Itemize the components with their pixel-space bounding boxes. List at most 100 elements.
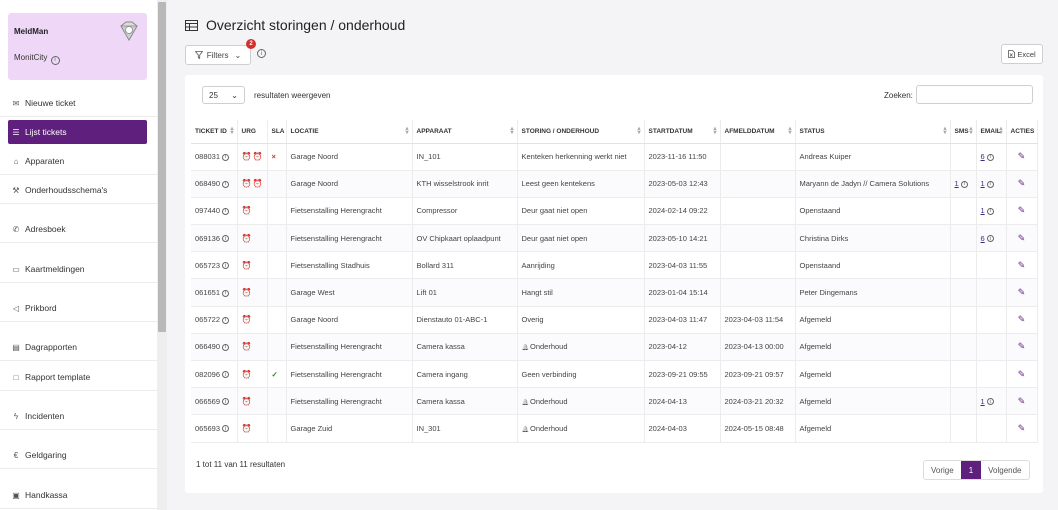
edit-pencil-icon[interactable]: ✎	[1018, 151, 1026, 161]
ticket-id[interactable]: 069136	[195, 234, 220, 243]
info-icon[interactable]: i	[222, 180, 230, 188]
column-header[interactable]: Storing / Onderhoud ▴ ▾	[517, 120, 645, 144]
sort-icon: ▴ ▾	[943, 126, 947, 136]
search-input[interactable]	[916, 85, 1033, 104]
info-icon[interactable]: i	[222, 371, 230, 379]
sidebar-item-label: Nieuwe ticket	[25, 98, 76, 108]
column-header[interactable]: Locatie ▴ ▾	[286, 120, 413, 144]
sla-cell: ✓	[267, 360, 287, 389]
edit-pencil-icon[interactable]: ✎	[1018, 287, 1026, 297]
edit-pencil-icon[interactable]: ✎	[1018, 314, 1026, 324]
email-count-link[interactable]: 1	[981, 206, 985, 215]
sla-met-icon: ✓	[271, 369, 278, 379]
urgency-cell: ⏰	[237, 387, 268, 416]
issue-text: Aanrijding	[521, 260, 555, 270]
status-cell: Christina Dirks	[795, 224, 951, 253]
filters-count-badge: 2	[246, 39, 256, 49]
ticket-id[interactable]: 097440	[195, 206, 220, 215]
brand-city[interactable]: MonitCity i	[14, 53, 60, 65]
previous-page-button[interactable]: Vorige	[924, 461, 961, 479]
sidebar-item-report[interactable]: ▤ Dagrapporten	[0, 334, 157, 361]
ticket-id[interactable]: 068490	[195, 179, 220, 188]
start-date-cell: 2023-01-04 15:14	[644, 278, 721, 307]
ticket-id-cell: 061651 i	[191, 278, 238, 307]
sidebar-item-phone[interactable]: ✆ Adresboek	[0, 216, 157, 243]
sidebar-item-megaphone[interactable]: ◁ Prikbord	[0, 295, 157, 322]
edit-pencil-icon[interactable]: ✎	[1018, 423, 1026, 433]
column-header[interactable]: Apparaat ▴ ▾	[412, 120, 518, 144]
info-icon[interactable]: i	[222, 316, 230, 324]
edit-pencil-icon[interactable]: ✎	[1018, 205, 1026, 215]
email-cell	[976, 333, 1007, 362]
column-header[interactable]: Startdatum ▴ ▾	[644, 120, 721, 144]
email-count-link[interactable]: 6	[981, 234, 985, 243]
filters-button[interactable]: Filters ⌄	[185, 45, 251, 65]
edit-pencil-icon[interactable]: ✎	[1018, 178, 1026, 188]
edit-pencil-icon[interactable]: ✎	[1018, 369, 1026, 379]
ticket-id[interactable]: 065693	[195, 424, 220, 433]
sms-cell	[950, 251, 977, 280]
alarm-icon: ⏰	[241, 288, 253, 298]
ticket-id[interactable]: 066490	[195, 342, 220, 351]
filter-icon	[194, 51, 203, 59]
edit-pencil-icon[interactable]: ✎	[1018, 233, 1026, 243]
sidebar-item-wrench[interactable]: ⚒ Onderhoudsschema's	[0, 177, 157, 204]
column-header-label: Apparaat	[416, 127, 452, 135]
email-cell: 6i	[976, 143, 1007, 171]
sidebar-item-ticket[interactable]: ✉ Nieuwe ticket	[0, 90, 157, 117]
sidebar-item-card[interactable]: ▭ Kaartmeldingen	[0, 256, 157, 283]
device-cell: IN_101	[412, 143, 518, 171]
filters-info-icon[interactable]: i	[257, 49, 266, 58]
ticket-id[interactable]: 066569	[195, 397, 220, 406]
sidebar-item-bolt[interactable]: ϟ Incidenten	[0, 403, 157, 430]
info-icon[interactable]: i	[222, 207, 230, 215]
info-icon[interactable]: i	[222, 235, 230, 243]
ticket-id[interactable]: 082096	[195, 370, 220, 379]
sidebar-item-list[interactable]: ☰ Lijst tickets	[8, 120, 147, 144]
column-header[interactable]: URG	[237, 120, 268, 144]
page-length-select[interactable]: 25 ⌄	[202, 86, 245, 104]
ticket-id[interactable]: 061651	[195, 288, 220, 297]
info-icon[interactable]: i	[222, 398, 230, 406]
info-icon[interactable]: i	[222, 262, 230, 270]
actions-cell: ✎	[1006, 414, 1038, 443]
column-header[interactable]: Afmelddatum ▴ ▾	[720, 120, 796, 144]
ticket-id[interactable]: 065723	[195, 261, 220, 270]
column-header[interactable]: Acties	[1006, 120, 1038, 144]
edit-pencil-icon[interactable]: ✎	[1018, 260, 1026, 270]
column-header[interactable]: SMS ▴ ▾	[950, 120, 977, 144]
next-page-button[interactable]: Volgende	[981, 461, 1028, 479]
sidebar-item-cash[interactable]: ▣ Handkassa	[0, 482, 157, 509]
sidebar-item-building[interactable]: ⌂ Apparaten	[0, 148, 157, 175]
issue-text: Onderhoud	[529, 342, 568, 352]
column-header[interactable]: Ticket ID ▴ ▾	[191, 120, 238, 144]
info-icon[interactable]: i	[222, 425, 230, 433]
email-count-link[interactable]: 6	[981, 152, 985, 161]
column-header[interactable]: Email ▴ ▾	[976, 120, 1007, 144]
email-count-link[interactable]: 1	[981, 179, 985, 188]
edit-pencil-icon[interactable]: ✎	[1018, 396, 1026, 406]
sidebar-item-euro[interactable]: € Geldgaring	[0, 442, 157, 469]
sms-count-link[interactable]: 1	[955, 179, 959, 188]
issue-text: Onderhoud	[529, 396, 568, 406]
issue-cell: Aanrijding	[517, 251, 645, 280]
ticket-id-cell: 065723 i	[191, 251, 238, 280]
sms-cell	[950, 224, 977, 253]
sms-cell	[950, 333, 977, 362]
column-header[interactable]: SLA	[267, 120, 287, 144]
alarm-icon: ⏰⏰	[241, 179, 264, 189]
ticket-id[interactable]: 088031	[195, 152, 220, 161]
device-cell: Camera kassa	[412, 387, 518, 416]
info-icon[interactable]: i	[222, 289, 230, 297]
sidebar-scrollbar-thumb[interactable]	[158, 2, 166, 332]
info-icon[interactable]: i	[222, 153, 230, 161]
ticket-id[interactable]: 065722	[195, 315, 220, 324]
excel-export-button[interactable]: Excel	[1001, 44, 1043, 64]
sidebar-item-document[interactable]: □ Rapport template	[0, 364, 157, 391]
info-icon[interactable]: i	[222, 343, 230, 351]
alarm-icon: ⏰	[241, 233, 253, 243]
page-1-button[interactable]: 1	[960, 461, 982, 479]
column-header[interactable]: Status ▴ ▾	[795, 120, 951, 144]
email-count-link[interactable]: 1	[981, 397, 985, 406]
edit-pencil-icon[interactable]: ✎	[1018, 341, 1026, 351]
